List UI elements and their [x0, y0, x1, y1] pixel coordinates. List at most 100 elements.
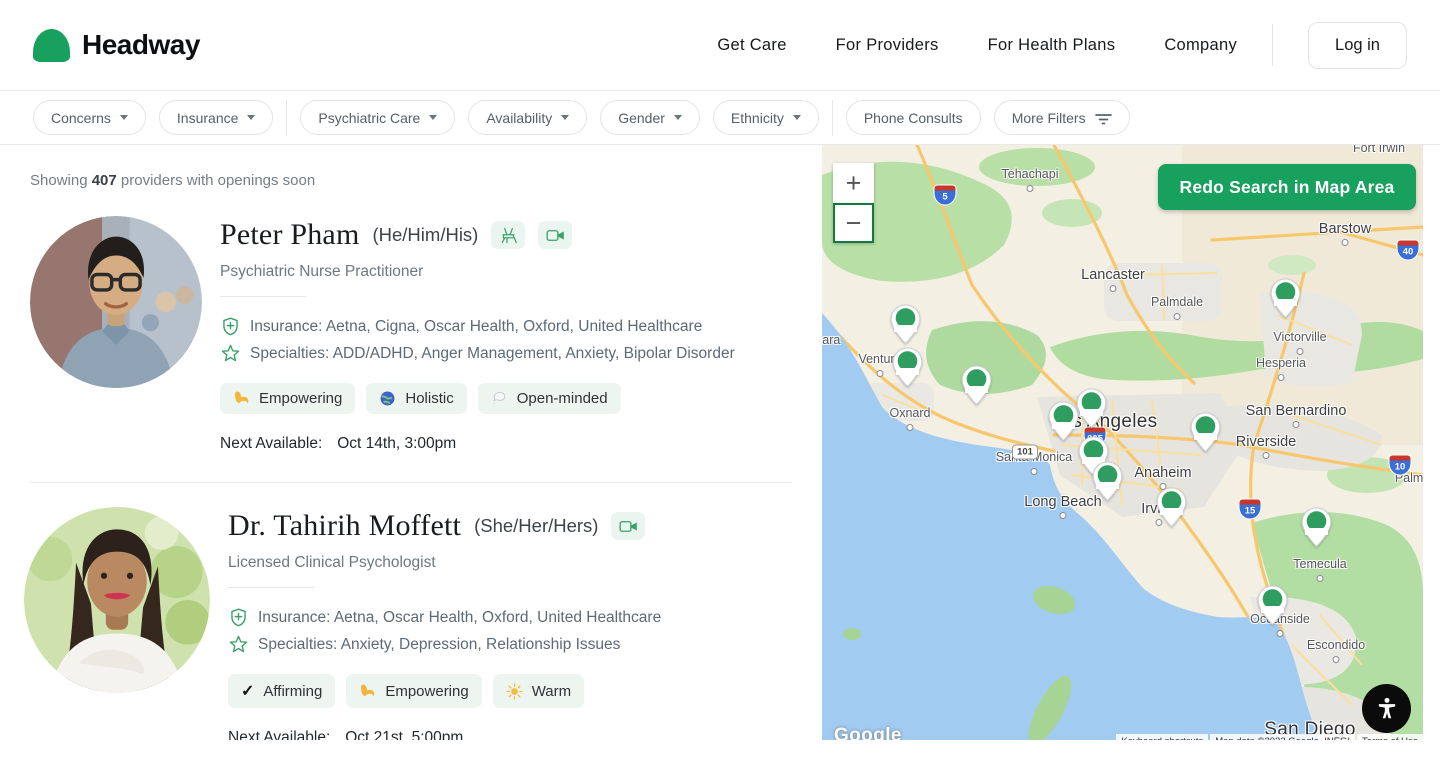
- map-data-credit: Map data ©2023 Google, INEGI: [1210, 734, 1355, 740]
- next-available: Next Available:Oct 14th, 3:00pm: [220, 435, 735, 453]
- chevron-down-icon: [793, 115, 801, 120]
- map-pin[interactable]: [890, 304, 921, 345]
- terms-link[interactable]: Terms of Use: [1357, 734, 1423, 740]
- trait-badge: ✓ Affirming: [228, 674, 335, 708]
- muscle-icon: [359, 683, 376, 700]
- map-pin[interactable]: [1048, 401, 1079, 442]
- divider: [220, 296, 306, 297]
- map-label: Barstow: [1319, 221, 1371, 237]
- filter-bar: Concerns Insurance Psychiatric Care Avai…: [0, 91, 1440, 145]
- badge-label: Warm: [532, 683, 571, 700]
- next-available: Next Available:Oct 21st, 5:00pm: [228, 729, 661, 740]
- in-person-chip[interactable]: [491, 221, 525, 249]
- globe-icon: [379, 390, 396, 407]
- insurance-text: Insurance: Aetna, Oscar Health, Oxford, …: [258, 604, 661, 631]
- results-summary: Showing 407 providers with openings soon: [30, 172, 792, 189]
- map-canvas[interactable]: Fort IrwinTehachapiBarstowLancasterPalmd…: [822, 145, 1423, 740]
- headway-logo[interactable]: Headway: [33, 29, 200, 62]
- accessibility-button[interactable]: [1362, 684, 1411, 733]
- zoom-out-button[interactable]: −: [833, 203, 874, 243]
- insurance-row: Insurance: Aetna, Oscar Health, Oxford, …: [228, 604, 661, 631]
- filter-label: Ethnicity: [731, 110, 784, 126]
- filter-lines-icon: [1095, 111, 1112, 125]
- filter-ethnicity[interactable]: Ethnicity: [713, 100, 819, 135]
- map-label: Oxnard: [890, 406, 931, 420]
- chevron-down-icon: [674, 115, 682, 120]
- map-pin[interactable]: [892, 347, 923, 388]
- keyboard-shortcuts-link[interactable]: Keyboard shortcuts: [1116, 734, 1208, 740]
- map-label: Tehachapi: [1002, 167, 1059, 181]
- filter-insurance[interactable]: Insurance: [159, 100, 273, 135]
- top-nav: Headway Get Care For Providers For Healt…: [0, 0, 1440, 91]
- map-label: Escondido: [1307, 638, 1365, 652]
- filter-label: Phone Consults: [864, 110, 963, 126]
- filter-concerns[interactable]: Concerns: [33, 100, 146, 135]
- more-filters-button[interactable]: More Filters: [994, 100, 1130, 135]
- video-camera-icon: [546, 228, 565, 243]
- map-pin[interactable]: [1076, 388, 1107, 429]
- map-label: Hesperia: [1256, 356, 1306, 370]
- map-city-dot: [1027, 185, 1034, 192]
- provider-name[interactable]: Dr. Tahirih Moffett: [228, 509, 461, 543]
- map-pin[interactable]: [1156, 487, 1187, 528]
- results-count: 407: [92, 172, 117, 189]
- login-button[interactable]: Log in: [1308, 22, 1407, 69]
- map-pin[interactable]: [1257, 585, 1288, 626]
- insurance-text: Insurance: Aetna, Cigna, Oscar Health, O…: [250, 313, 702, 340]
- map-label: Long Beach: [1024, 494, 1101, 510]
- map-city-dot: [1317, 575, 1324, 582]
- nav-for-health-plans[interactable]: For Health Plans: [988, 36, 1116, 55]
- map-label: Santa Barbara: [822, 333, 840, 347]
- map-city-dot: [1297, 348, 1304, 355]
- avatar[interactable]: [30, 216, 202, 388]
- filter-label: Concerns: [51, 110, 111, 126]
- main-content: Showing 407 providers with openings soon: [0, 145, 1440, 740]
- provider-name[interactable]: Peter Pham: [220, 218, 359, 252]
- map-pin[interactable]: [1301, 507, 1332, 548]
- filter-phone-consults[interactable]: Phone Consults: [846, 100, 981, 135]
- filter-divider: [832, 100, 833, 136]
- filter-label: Insurance: [177, 110, 238, 126]
- chevron-down-icon: [561, 115, 569, 120]
- shield-plus-icon: [220, 316, 241, 337]
- map-label: Anaheim: [1134, 465, 1191, 481]
- badge-label: Affirming: [263, 683, 322, 700]
- video-chip[interactable]: [538, 221, 572, 249]
- next-available-label: Next Available:: [228, 729, 330, 740]
- map-city-dot: [1333, 656, 1340, 663]
- nav-for-providers[interactable]: For Providers: [836, 36, 939, 55]
- insurance-row: Insurance: Aetna, Cigna, Oscar Health, O…: [220, 313, 735, 340]
- map-city-dot: [1293, 421, 1300, 428]
- video-chip[interactable]: [611, 512, 645, 540]
- map-pin[interactable]: [961, 365, 992, 406]
- map-label: Temecula: [1293, 557, 1347, 571]
- map-pin[interactable]: [1270, 278, 1301, 319]
- avatar[interactable]: [24, 507, 210, 693]
- zoom-in-button[interactable]: +: [833, 163, 874, 203]
- map-pin[interactable]: [1092, 461, 1123, 502]
- map-city-dot: [877, 370, 884, 377]
- provider-list: Showing 407 providers with openings soon: [0, 145, 822, 740]
- map-pin[interactable]: [1190, 412, 1221, 453]
- nav-company[interactable]: Company: [1164, 36, 1237, 55]
- nav-get-care[interactable]: Get Care: [717, 36, 786, 55]
- provider-card[interactable]: Peter Pham (He/Him/His) Psychiatric Nurs…: [30, 216, 792, 453]
- chevron-down-icon: [247, 115, 255, 120]
- provider-card[interactable]: Dr. Tahirih Moffett (She/Her/Hers) Licen…: [30, 507, 792, 740]
- filter-gender[interactable]: Gender: [600, 100, 700, 135]
- brand-name: Headway: [82, 29, 200, 61]
- filter-availability[interactable]: Availability: [468, 100, 587, 135]
- chair-icon: [499, 227, 518, 244]
- trait-badge: Open-minded: [478, 383, 621, 414]
- summary-prefix: Showing: [30, 172, 92, 189]
- summary-suffix: providers with openings soon: [117, 172, 315, 189]
- redo-search-button[interactable]: Redo Search in Map Area: [1158, 164, 1416, 210]
- filter-label: Availability: [486, 110, 552, 126]
- map-city-dot: [1031, 468, 1038, 475]
- us-route-shield-icon: 101: [1012, 445, 1038, 460]
- sun-icon: [506, 683, 523, 700]
- filter-psychiatric-care[interactable]: Psychiatric Care: [300, 100, 455, 135]
- map-label: Fort Irwin: [1353, 145, 1405, 155]
- shield-plus-icon: [228, 607, 249, 628]
- map-city-dot: [1278, 374, 1285, 381]
